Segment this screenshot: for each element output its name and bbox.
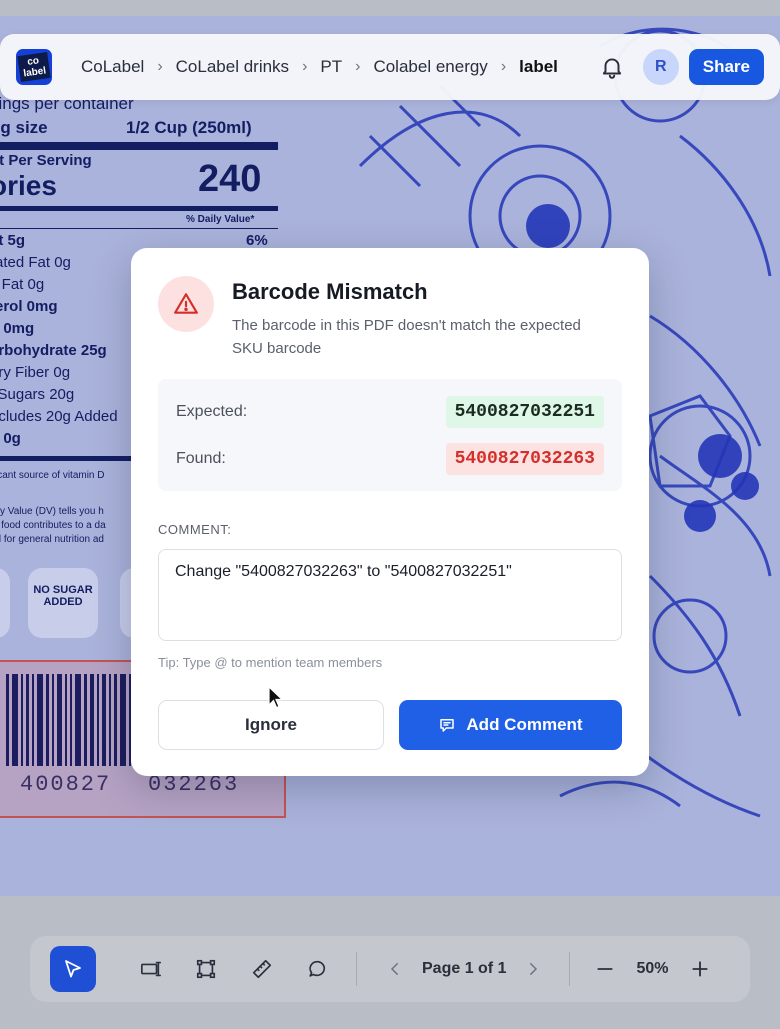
daily-value-header: % Daily Value*: [186, 214, 255, 225]
text-box-tool[interactable]: [139, 957, 163, 981]
select-tool-button[interactable]: [50, 946, 96, 992]
text-field-icon: [141, 961, 161, 977]
add-comment-button-label: Add Comment: [466, 715, 583, 734]
dialog-description: The barcode in this PDF doesn't match th…: [232, 317, 581, 357]
warning-icon-badge: [158, 276, 214, 332]
nutrient-row: ary Fiber 0g: [0, 364, 71, 381]
nutrient-row: l Sugars 20g: [0, 386, 75, 403]
chevron-right-icon: ›: [302, 58, 308, 75]
calories-label: ories: [0, 170, 57, 201]
breadcrumb-item-pt[interactable]: PT: [320, 57, 342, 77]
nutrition-footnote: ificant source of vitamin D: [0, 470, 105, 481]
barcode-mismatch-dialog: Barcode Mismatch The barcode in this PDF…: [131, 248, 649, 776]
serving-size-label: ng size: [0, 118, 48, 137]
breadcrumb-item-label: label: [519, 57, 558, 76]
expected-label: Expected:: [176, 403, 248, 420]
breadcrumb-item-colabel-drinks[interactable]: CoLabel drinks: [176, 57, 289, 77]
previous-page-button[interactable]: [383, 957, 407, 981]
mouse-cursor-icon: [268, 686, 284, 709]
barcode-number-left: 400827: [20, 772, 112, 797]
mention-tip: Tip: Type @ to mention team members: [158, 655, 383, 670]
nutrition-footnote: ed for general nutrition ad: [0, 534, 104, 545]
plus-icon: [691, 961, 708, 977]
toolbar-divider: [569, 952, 571, 986]
ruler-icon: [252, 959, 272, 979]
zoom-in-button[interactable]: [688, 957, 712, 981]
nutrition-footnote: of food contributes to a da: [0, 520, 106, 531]
breadcrumb-item-colabel-energy[interactable]: Colabel energy: [373, 57, 487, 77]
chevron-right-icon: ›: [157, 58, 163, 75]
speech-bubble-icon: [309, 960, 326, 977]
bottom-toolbar: Page 1 of 1 50%: [30, 936, 750, 1002]
nutrition-footnote: aily Value (DV) tells you h: [0, 506, 104, 517]
found-barcode-value: 5400827032263: [445, 443, 604, 475]
warning-triangle-icon: [174, 293, 198, 314]
next-page-button[interactable]: [521, 957, 545, 981]
colabel-logo[interactable]: co label: [16, 49, 52, 85]
nutrient-value: 6%: [246, 232, 268, 249]
breadcrumb-item-colabel[interactable]: CoLabel: [81, 57, 144, 77]
comment-tool[interactable]: [306, 957, 330, 981]
chevron-right-icon: ›: [355, 58, 361, 75]
nutrition-rule: [0, 142, 278, 150]
nutrient-row: rated Fat 0g: [0, 254, 71, 271]
amount-per-serving: nt Per Serving: [0, 152, 92, 169]
minus-icon: [597, 968, 614, 970]
frame-tool[interactable]: [194, 957, 218, 981]
avatar[interactable]: R: [642, 49, 679, 85]
nutrition-rule: [0, 206, 278, 211]
expected-barcode-value: 5400827032251: [445, 396, 604, 428]
nutrition-rule: [0, 228, 278, 229]
measure-tool[interactable]: [250, 957, 274, 981]
add-comment-button[interactable]: Add Comment: [399, 700, 622, 750]
frame-icon: [196, 959, 216, 979]
barcode-comparison: Expected: 5400827032251 Found: 540082703…: [158, 379, 622, 491]
ignore-button-label: Ignore: [245, 715, 297, 734]
comment-icon: [440, 719, 455, 732]
comment-textarea[interactable]: Change "5400827032263" to "5400827032251…: [158, 549, 622, 641]
dialog-title: Barcode Mismatch: [232, 279, 428, 304]
nutrient-row: arbohydrate 25g: [0, 342, 107, 359]
chevron-left-icon: [390, 963, 398, 975]
badge: [0, 568, 10, 638]
nutrient-row: n 0mg: [0, 320, 35, 337]
found-label: Found:: [176, 450, 226, 467]
comment-label: COMMENT:: [158, 522, 232, 537]
breadcrumb: CoLabel › CoLabel drinks › PT › Colabel …: [81, 57, 558, 77]
nutrient-row: terol 0mg: [0, 298, 58, 315]
calories-value: 240: [198, 158, 262, 200]
bell-icon[interactable]: [599, 54, 625, 80]
zoom-out-button[interactable]: [593, 957, 617, 981]
nutrient-row: at 5g: [0, 232, 26, 249]
top-bar: co label CoLabel › CoLabel drinks › PT ›…: [0, 34, 780, 100]
no-sugar-badge: NO SUGAR ADDED: [28, 568, 98, 638]
pointer-icon: [65, 960, 81, 978]
page-indicator: Page 1 of 1: [422, 960, 507, 977]
nutrient-row: s Fat 0g: [0, 276, 45, 293]
chevron-right-icon: ›: [500, 58, 507, 75]
nutrient-row: ncludes 20g Added: [0, 408, 118, 425]
chevron-right-icon: [530, 963, 538, 975]
toolbar-divider: [356, 952, 357, 986]
logo-text: co label: [17, 52, 51, 82]
zoom-level: 50%: [636, 960, 669, 977]
nutrient-row: n 0g: [0, 430, 21, 447]
header-actions: R Share: [599, 49, 764, 85]
serving-size-value: 1/2 Cup (250ml): [126, 118, 252, 137]
share-button[interactable]: Share: [688, 49, 764, 85]
